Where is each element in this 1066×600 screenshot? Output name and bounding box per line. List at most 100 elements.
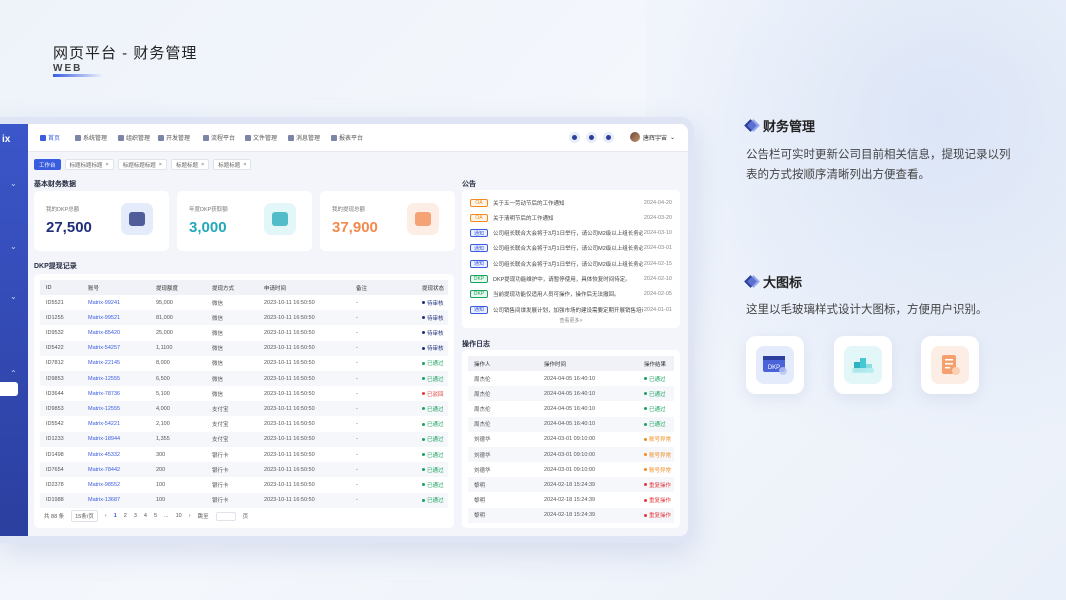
table-cell: ID1498 bbox=[46, 451, 64, 458]
status-badge: 已通过 bbox=[422, 420, 444, 428]
account-link[interactable]: Matrix-54257 bbox=[88, 345, 120, 351]
next-page-icon[interactable]: › bbox=[189, 513, 191, 519]
notice-item[interactable]: 通知 公司组长联合大会将于3月1日举行，请公司M2级以上组长务必参加 2024-03… bbox=[470, 226, 672, 241]
table-row[interactable]: ID3644 Matrix-78736 5,100 微信 2023-10-11 16:5… bbox=[40, 386, 448, 401]
table-cell: - bbox=[356, 299, 358, 306]
nav-item[interactable]: 组织管理 bbox=[118, 133, 150, 142]
table-cell: 2023-10-11 16:50:50 bbox=[264, 451, 315, 458]
table-row[interactable]: 周杰伦 2024-04-05 16:40:10 已通过 bbox=[468, 401, 674, 416]
status-badge: 已通过 bbox=[644, 375, 666, 383]
notice-item[interactable]: OA 关于清明节后的工作通知 2024-03-20 bbox=[470, 210, 672, 225]
search-icon[interactable] bbox=[569, 132, 580, 143]
status-text: 已通过 bbox=[427, 361, 444, 368]
account-link[interactable]: Matrix-13687 bbox=[88, 497, 120, 503]
table-row[interactable]: 黎明 2024-02-18 15:24:39 重复操作 bbox=[468, 493, 674, 508]
nav-item[interactable]: 报表平台 bbox=[331, 133, 363, 142]
account-link[interactable]: Matrix-18944 bbox=[88, 436, 120, 442]
status-badge: 已通过 bbox=[422, 405, 444, 413]
table-row[interactable]: 黎明 2024-02-18 15:24:39 重复操作 bbox=[468, 507, 674, 523]
account-link[interactable]: Matrix-22145 bbox=[88, 360, 120, 366]
nav-icon bbox=[158, 134, 164, 141]
close-icon[interactable]: × bbox=[243, 162, 246, 168]
table-row[interactable]: ID9853 Matrix-12555 4,000 支付宝 2023-10-11 16:… bbox=[40, 401, 448, 417]
table-row[interactable]: 周杰伦 2024-04-05 16:40:10 已通过 bbox=[468, 416, 674, 432]
close-icon[interactable]: × bbox=[106, 162, 109, 168]
table-cell: - bbox=[356, 329, 358, 336]
page-number[interactable]: 1 bbox=[114, 513, 117, 519]
account-link[interactable]: Matrix-78442 bbox=[88, 467, 120, 473]
nav-item[interactable]: 文件管理 bbox=[245, 133, 277, 142]
table-row[interactable]: ID2378 Matrix-98552 100 银行卡 2023-10-11 16:50… bbox=[40, 477, 448, 492]
account-link[interactable]: Matrix-99241 bbox=[88, 300, 120, 306]
account-link[interactable]: Matrix-98552 bbox=[88, 482, 120, 488]
table-cell: - bbox=[356, 360, 358, 367]
table-row[interactable]: 刘德华 2024-03-01 09:10:00 账号异常 bbox=[468, 432, 674, 447]
account-link[interactable]: Matrix-45332 bbox=[88, 452, 120, 458]
page-number[interactable]: 4 bbox=[144, 513, 147, 519]
table-row[interactable]: 刘德华 2024-03-01 09:10:00 账号异常 bbox=[468, 462, 674, 477]
jump-input[interactable] bbox=[215, 511, 236, 521]
table-row[interactable]: ID5542 Matrix-54221 2,100 支付宝 2023-10-11 16:… bbox=[40, 417, 448, 432]
nav-item[interactable]: 系统管理 bbox=[75, 133, 107, 142]
notice-item[interactable]: 通知 公司销售间谍发展计划，加强市场的建设需要定期开展销售培训 2024-01-01 bbox=[470, 302, 672, 317]
prev-page-icon[interactable]: ‹ bbox=[105, 513, 107, 519]
close-icon[interactable]: × bbox=[201, 162, 204, 168]
chevron-up-icon[interactable]: ⌃ bbox=[10, 369, 17, 378]
table-row[interactable]: ID9853 Matrix-12555 6,500 微信 2023-10-11 16:5… bbox=[40, 371, 448, 386]
shirt-icon[interactable] bbox=[603, 132, 614, 143]
account-link[interactable]: Matrix-54221 bbox=[88, 421, 120, 427]
bell-icon[interactable] bbox=[586, 132, 597, 143]
tab-item[interactable]: 标题标题 × bbox=[170, 159, 210, 170]
account-link[interactable]: Matrix-12555 bbox=[88, 406, 120, 412]
sidebar-selected-item[interactable] bbox=[0, 382, 18, 396]
table-row[interactable]: 周杰伦 2024-04-05 16:40:10 已通过 bbox=[468, 386, 674, 402]
tab-item[interactable]: 标题标题标题 × bbox=[117, 159, 167, 170]
table-row[interactable]: 周杰伦 2024-04-05 16:40:10 已通过 bbox=[468, 371, 674, 386]
page-number[interactable]: 5 bbox=[154, 513, 157, 519]
table-row[interactable]: 刘德华 2024-03-01 09:10:00 账号异常 bbox=[468, 447, 674, 462]
view-more-link[interactable]: 查看更多> bbox=[462, 317, 680, 324]
nav-item[interactable]: 开发管理 bbox=[158, 133, 190, 142]
account-link[interactable]: Matrix-85420 bbox=[88, 330, 120, 336]
user-menu[interactable]: 唐辉宇宙 ⌄ bbox=[630, 132, 675, 142]
jump-label: 跳至 bbox=[197, 514, 209, 520]
page-number[interactable]: 2 bbox=[124, 513, 127, 519]
table-row[interactable]: ID1498 Matrix-45332 300 银行卡 2023-10-11 16:50… bbox=[40, 447, 448, 462]
table-row[interactable]: 黎明 2024-02-18 15:24:39 重复操作 bbox=[468, 477, 674, 493]
status-badge: 重复操作 bbox=[644, 511, 671, 519]
table-row[interactable]: ID1255 Matrix-99521 81,000 微信 2023-10-11 16:… bbox=[40, 310, 448, 326]
stat-value: 27,500 bbox=[46, 219, 92, 236]
account-link[interactable]: Matrix-78736 bbox=[88, 391, 120, 397]
status-text: 已驳回 bbox=[427, 391, 444, 398]
notice-item[interactable]: DKP DKP提现功能维护中，请暂停使用，具体恢复时间待定。 2024-02-10 bbox=[470, 272, 672, 287]
table-row[interactable]: ID7812 Matrix-22145 8,000 微信 2023-10-11 16:5… bbox=[40, 356, 448, 371]
table-row[interactable]: ID1988 Matrix-13687 100 银行卡 2023-10-11 16:50… bbox=[40, 492, 448, 508]
table-row[interactable]: ID5521 Matrix-99241 95,000 微信 2023-10-11 16:… bbox=[40, 295, 448, 310]
table-row[interactable]: ID9532 Matrix-85420 25,000 微信 2023-10-11 16:… bbox=[40, 325, 448, 340]
page-number[interactable]: 3 bbox=[134, 513, 137, 519]
close-icon[interactable]: × bbox=[159, 162, 162, 168]
tab-item[interactable]: 标题标题 × bbox=[213, 159, 252, 170]
tab-item[interactable]: 工作台 bbox=[34, 159, 61, 170]
account-link[interactable]: Matrix-99521 bbox=[88, 315, 120, 321]
status-dot bbox=[422, 392, 425, 396]
page-number[interactable]: 10 bbox=[176, 513, 182, 519]
nav-item[interactable]: 首页 bbox=[40, 133, 60, 142]
nav-item[interactable]: 消息管理 bbox=[288, 133, 320, 142]
table-cell: 2023-10-11 16:50:50 bbox=[264, 345, 315, 352]
table-row[interactable]: ID1233 Matrix-18944 1,355 支付宝 2023-10-11 16:… bbox=[40, 431, 448, 447]
table-row[interactable]: ID7654 Matrix-78442 200 银行卡 2023-10-11 16:50… bbox=[40, 462, 448, 478]
chevron-down-icon[interactable]: ⌄ bbox=[10, 292, 17, 301]
notice-item[interactable]: OA 关于五一劳动节后的工作通知 2024-04-20 bbox=[470, 195, 672, 210]
notice-item[interactable]: DKP 当前提现功能仅适用人员可操作，操作后无法撤回。 2024-02-05 bbox=[470, 287, 672, 302]
notice-item[interactable]: 通知 公司组长联合大会将于3月1日举行，请公司M2级以上组长务必参加 2024-03… bbox=[470, 241, 672, 256]
account-link[interactable]: Matrix-12555 bbox=[88, 376, 120, 382]
chevron-down-icon[interactable]: ⌄ bbox=[10, 242, 17, 251]
chevron-down-icon[interactable]: ⌄ bbox=[10, 179, 17, 188]
tab-item[interactable]: 标题标题标题 × bbox=[64, 159, 114, 170]
per-page-select[interactable]: 15条/页 bbox=[71, 510, 98, 522]
nav-item[interactable]: 流程平台 bbox=[203, 133, 235, 142]
notice-item[interactable]: 通知 公司组长联合大会将于3月1日举行，请公司M2级以上组长务必参加 2024-02… bbox=[470, 256, 672, 271]
page-number[interactable]: ... bbox=[164, 513, 169, 519]
table-row[interactable]: ID5422 Matrix-54257 1,1100 微信 2023-10-11 16:… bbox=[40, 340, 448, 356]
